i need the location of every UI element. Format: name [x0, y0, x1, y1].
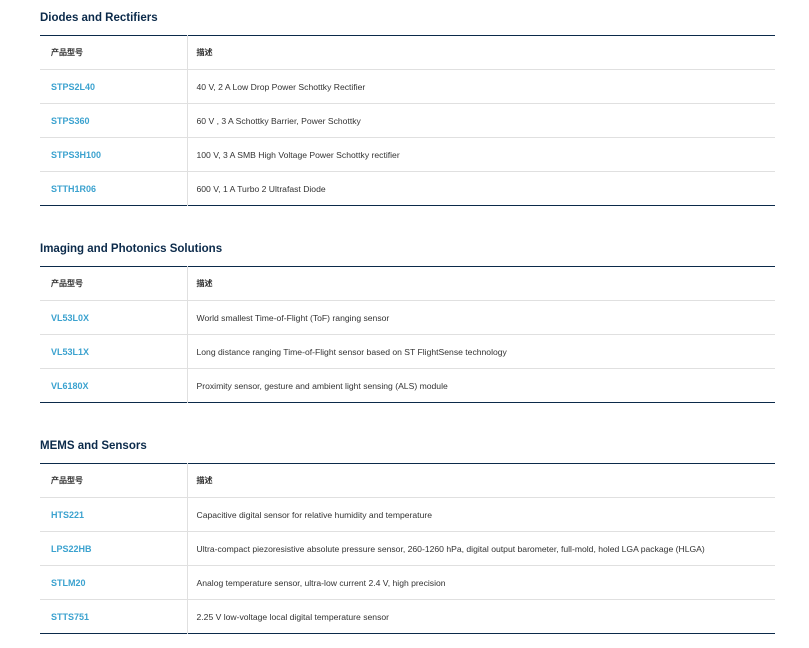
part-number-link[interactable]: STLM20	[51, 578, 86, 588]
table-header-row: 产品型号 描述	[40, 463, 775, 498]
column-header-description: 描述	[186, 35, 775, 70]
section-title: Imaging and Photonics Solutions	[40, 243, 223, 255]
column-header-description: 描述	[186, 463, 775, 498]
table-row: STPS3H100 100 V, 3 A SMB High Voltage Po…	[40, 137, 775, 172]
table-row: LPS22HB Ultra-compact piezoresistive abs…	[40, 531, 775, 566]
column-header-part-number: 产品型号	[51, 476, 83, 485]
product-table: 产品型号 描述 STPS2L40 40 V, 2 A Low Drop Powe…	[40, 35, 775, 206]
product-table: 产品型号 描述 VL53L0X World smallest Time-of-F…	[40, 266, 775, 403]
table-row: HTS221 Capacitive digital sensor for rel…	[40, 497, 775, 532]
column-header-part-number: 产品型号	[51, 279, 83, 288]
part-description: 600 V, 1 A Turbo 2 Ultrafast Diode	[196, 183, 326, 194]
part-number-link[interactable]: STTH1R06	[51, 184, 96, 194]
part-number-link[interactable]: LPS22HB	[51, 544, 92, 554]
part-description: 2.25 V low-voltage local digital tempera…	[196, 611, 390, 622]
part-description: Long distance ranging Time-of-Flight sen…	[196, 346, 507, 357]
column-header-description: 描述	[186, 266, 775, 301]
part-number-link[interactable]: STPS2L40	[51, 82, 95, 92]
part-description: 60 V , 3 A Schottky Barrier, Power Schot…	[196, 115, 361, 126]
table-header-row: 产品型号 描述	[40, 35, 775, 70]
part-number-link[interactable]: STPS3H100	[51, 150, 101, 160]
part-number-link[interactable]: VL53L1X	[51, 347, 89, 357]
part-number-link[interactable]: VL53L0X	[51, 313, 89, 323]
product-table: 产品型号 描述 HTS221 Capacitive digital sensor…	[40, 463, 775, 634]
table-row: STTS751 2.25 V low-voltage local digital…	[40, 599, 775, 634]
table-row: VL6180X Proximity sensor, gesture and am…	[40, 368, 775, 403]
table-row: STTH1R06 600 V, 1 A Turbo 2 Ultrafast Di…	[40, 171, 775, 206]
table-row: VL53L1X Long distance ranging Time-of-Fl…	[40, 334, 775, 369]
part-number-link[interactable]: VL6180X	[51, 381, 89, 391]
table-row: STLM20 Analog temperature sensor, ultra-…	[40, 565, 775, 600]
table-row: STPS2L40 40 V, 2 A Low Drop Power Schott…	[40, 69, 775, 104]
part-description: 40 V, 2 A Low Drop Power Schottky Rectif…	[196, 81, 366, 92]
section-title: MEMS and Sensors	[40, 440, 147, 452]
part-description: Capacitive digital sensor for relative h…	[196, 509, 433, 520]
table-header-row: 产品型号 描述	[40, 266, 775, 301]
part-description: Analog temperature sensor, ultra-low cur…	[196, 577, 446, 588]
part-description: Ultra-compact piezoresistive absolute pr…	[196, 543, 705, 554]
column-header-part-number: 产品型号	[51, 48, 83, 57]
section-title: Diodes and Rectifiers	[40, 12, 158, 24]
part-number-link[interactable]: HTS221	[51, 510, 84, 520]
product-list-page: Diodes and Rectifiers 产品型号 描述 STPS2L40 4…	[0, 0, 809, 648]
part-number-link[interactable]: STTS751	[51, 612, 89, 622]
part-description: 100 V, 3 A SMB High Voltage Power Schott…	[196, 149, 400, 160]
table-row: VL53L0X World smallest Time-of-Flight (T…	[40, 300, 775, 335]
part-description: Proximity sensor, gesture and ambient li…	[196, 380, 448, 391]
part-number-link[interactable]: STPS360	[51, 116, 90, 126]
table-row: STPS360 60 V , 3 A Schottky Barrier, Pow…	[40, 103, 775, 138]
part-description: World smallest Time-of-Flight (ToF) rang…	[196, 312, 390, 323]
